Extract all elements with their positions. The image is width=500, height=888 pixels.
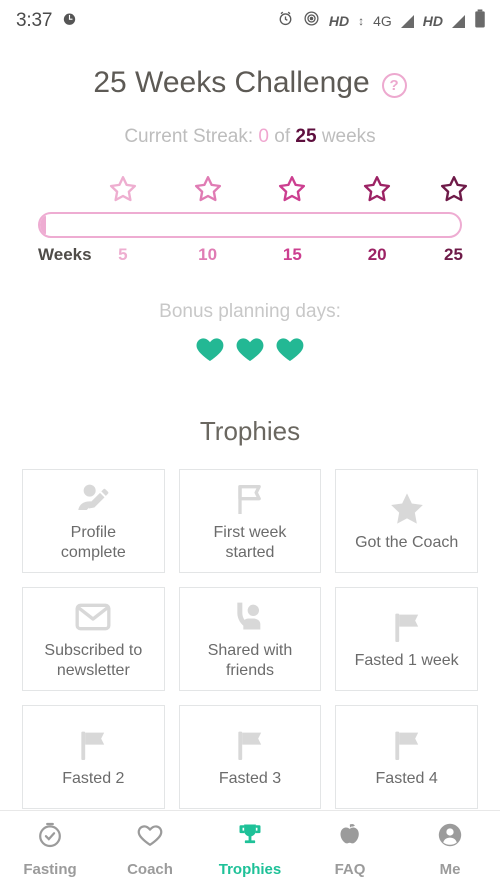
week-tick-25: 25 (444, 245, 463, 264)
trophies-heading: Trophies (199, 416, 301, 446)
week-tick-15: 15 (282, 245, 302, 264)
trophy-card-label: Subscribed to newsletter (44, 642, 143, 679)
streak-middle: of (269, 126, 296, 147)
person-icon (436, 821, 464, 854)
flag-filled-icon (387, 725, 427, 765)
trophy-icon (236, 821, 264, 854)
week-tick-20: 20 (367, 245, 387, 264)
streak-prefix: Current Streak: (124, 126, 259, 147)
milestone-star-5 (108, 174, 138, 204)
person-share-icon (230, 597, 270, 637)
envelope-icon (73, 597, 113, 637)
current-streak: Current Streak: 0 of 25 weeks (0, 126, 500, 148)
page-title: 25 Weeks Challenge (93, 66, 370, 99)
trophy-card-label: Fasted 1 week (354, 652, 459, 669)
milestone-star-15 (277, 174, 307, 204)
bonus-heart-icon (273, 333, 307, 370)
status-time: 3:37 (16, 10, 53, 31)
bottom-navigation: Fasting Coach Trophies FAQ Me (0, 810, 500, 888)
trophy-card-label: Fasted 3 (218, 770, 282, 787)
star-filled-icon (387, 489, 427, 529)
nav-item-trophies[interactable]: Trophies (200, 821, 300, 878)
trophy-card-label: Shared with friends (207, 642, 293, 679)
trophy-card[interactable]: Profile complete (22, 469, 165, 573)
data-arrows-icon: ↕ (358, 14, 365, 28)
milestone-stars (38, 174, 467, 212)
heart-icon (136, 821, 164, 854)
trophy-card[interactable]: First week started (178, 469, 322, 573)
nav-item-me[interactable]: Me (400, 821, 500, 878)
trophy-card[interactable]: Fasted 4 (335, 705, 478, 809)
nav-item-label: Trophies (218, 861, 282, 878)
bonus-days-label: Bonus planning days: (159, 301, 341, 322)
milestone-star-20 (362, 174, 392, 204)
milestone-star-25 (439, 174, 469, 204)
timer-icon (36, 821, 64, 854)
flag-filled-icon (73, 725, 113, 765)
streak-total-value: 25 (295, 126, 317, 147)
trophy-card[interactable]: Fasted 2 (22, 705, 165, 809)
signal-icon-1 (400, 14, 414, 28)
trophy-card[interactable]: Got the Coach (335, 469, 478, 573)
progress-bar-fill (40, 214, 47, 236)
nav-item-label: Coach (127, 861, 173, 878)
bonus-heart-icon (233, 333, 267, 370)
trophy-card-label: Profile complete (60, 524, 126, 561)
weeks-axis-label: Weeks (38, 245, 92, 264)
streak-current-value: 0 (258, 126, 269, 147)
trophy-card-label: Got the Coach (355, 534, 459, 551)
status-bar: 3:37 HD ↕ 4G HD (0, 0, 500, 42)
nav-item-coach[interactable]: Coach (100, 821, 200, 878)
hd-label-2: HD (422, 13, 443, 29)
help-icon[interactable]: ? (381, 72, 407, 98)
hd-label-1: HD (328, 13, 350, 29)
person-edit-icon (73, 479, 113, 519)
progress-bar[interactable] (38, 212, 462, 238)
app-root: 3:37 HD ↕ 4G HD 25 Weeks Challenge ? Cur… (0, 0, 500, 888)
apple-icon (336, 821, 364, 854)
milestone-star-10 (193, 174, 223, 204)
trophy-card-label: First week started (213, 524, 287, 561)
bonus-hearts (0, 333, 500, 370)
alarm-icon (277, 10, 294, 32)
week-tick-5: 5 (118, 245, 128, 264)
status-bar-left: 3:37 (16, 10, 78, 32)
battery-icon (474, 9, 486, 33)
cast-icon (303, 10, 320, 32)
network-label: 4G (373, 13, 392, 29)
trophy-card[interactable]: Fasted 1 week (335, 587, 478, 691)
progress-section: Weeks 5 10 15 20 25 (38, 174, 467, 271)
week-tick-10: 10 (198, 245, 218, 264)
nav-item-label: Me (439, 861, 461, 878)
week-tick-labels: Weeks 5 10 15 20 25 (38, 245, 463, 271)
trophy-card[interactable]: Fasted 3 (178, 705, 322, 809)
flag-filled-icon (387, 607, 427, 647)
bonus-heart-icon (193, 333, 227, 370)
scroll-content[interactable]: 25 Weeks Challenge ? Current Streak: 0 o… (0, 42, 500, 810)
trophy-card-label: Fasted 4 (375, 770, 438, 787)
trophy-card-label: Fasted 2 (62, 770, 125, 787)
trophy-grid: Profile complete First week started Got th… (22, 469, 478, 809)
status-bar-right: HD ↕ 4G HD (277, 9, 486, 33)
alarm-clock-icon (61, 10, 78, 32)
streak-suffix: weeks (316, 126, 376, 147)
nav-item-faq[interactable]: FAQ (300, 821, 400, 878)
page-header: 25 Weeks Challenge ? (0, 66, 500, 100)
nav-item-label: Fasting (23, 861, 77, 878)
nav-item-fasting[interactable]: Fasting (0, 821, 100, 878)
flag-filled-icon (230, 725, 270, 765)
trophy-card[interactable]: Subscribed to newsletter (22, 587, 165, 691)
signal-icon-2 (452, 14, 465, 28)
flag-outline-icon (230, 479, 270, 519)
nav-item-label: FAQ (334, 861, 366, 878)
trophy-card[interactable]: Shared with friends (178, 587, 322, 691)
